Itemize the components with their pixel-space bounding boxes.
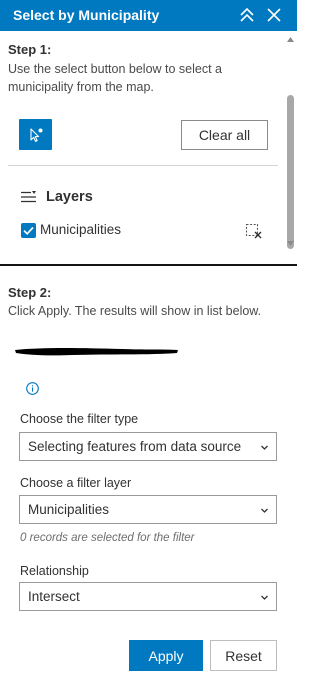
filter-type-select[interactable]: Selecting features from data source — [19, 432, 277, 461]
reset-button[interactable]: Reset — [210, 640, 277, 671]
chevron-down-icon — [261, 508, 268, 513]
relationship-select[interactable]: Intersect — [19, 582, 277, 611]
chevron-down-icon — [261, 445, 268, 450]
clear-selection-icon[interactable] — [245, 223, 263, 239]
double-chevron-up-icon[interactable] — [237, 5, 257, 25]
scrollbar-thumb[interactable] — [287, 95, 294, 249]
step2-title: Step 2: — [8, 285, 52, 300]
step1-description-line1: Use the select button below to select a — [8, 62, 223, 76]
layers-list-icon — [21, 191, 36, 203]
cursor-select-icon — [30, 128, 43, 142]
step1-section: Step 1: Use the select button below to s… — [0, 31, 297, 264]
redacted-text-scribble — [15, 348, 178, 356]
panel-title: Select by Municipality — [13, 7, 160, 23]
close-icon[interactable] — [264, 5, 284, 25]
panel-header: Select by Municipality — [0, 0, 297, 31]
filter-layer-select[interactable]: Municipalities — [19, 495, 277, 524]
step1-description-line2: municipality from the map. — [8, 80, 154, 94]
relationship-label: Relationship — [20, 564, 89, 578]
layers-heading: Layers — [46, 189, 93, 205]
info-icon[interactable] — [26, 382, 39, 395]
scroll-down-arrow-icon[interactable] — [287, 240, 294, 247]
step1-scrollbar[interactable] — [284, 31, 297, 262]
filter-layer-label: Choose a filter layer — [20, 476, 132, 490]
filter-layer-value: Municipalities — [28, 502, 110, 517]
clear-all-button[interactable]: Clear all — [181, 120, 268, 150]
apply-button[interactable]: Apply — [129, 640, 203, 671]
filter-type-label: Choose the filter type — [20, 412, 139, 426]
step1-title: Step 1: — [8, 42, 52, 57]
scroll-up-arrow-icon[interactable] — [287, 36, 294, 43]
select-tool-button[interactable] — [19, 119, 52, 150]
records-selected-note: 0 records are selected for the filter — [20, 532, 195, 544]
layer-name-label: Municipalities — [40, 222, 122, 237]
filter-type-value: Selecting features from data source — [28, 439, 242, 454]
relationship-value: Intersect — [28, 589, 80, 604]
divider — [8, 165, 278, 166]
section-separator — [0, 264, 297, 266]
step2-description: Click Apply. The results will show in li… — [8, 304, 262, 318]
municipalities-checkbox[interactable] — [21, 223, 36, 238]
chevron-down-icon — [261, 595, 268, 600]
